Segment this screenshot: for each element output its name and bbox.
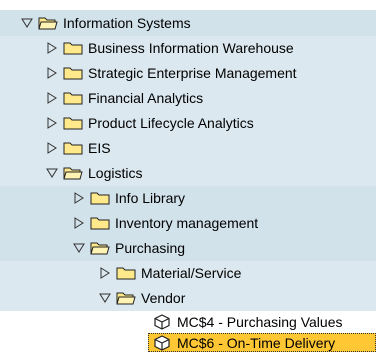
tree-node-label: Inventory management	[115, 215, 259, 231]
tree-node-info-library[interactable]: Info Library	[72, 187, 185, 209]
folder-icon	[116, 265, 136, 281]
tree-node-logistics[interactable]: Logistics	[45, 162, 142, 184]
tree-node-financial-analytics[interactable]: Financial Analytics	[45, 87, 203, 109]
expanded-triangle-icon[interactable]	[45, 166, 59, 180]
tree-node-label: Material/Service	[141, 265, 242, 281]
open-folder-icon	[90, 240, 110, 256]
tree-node-label: Information Systems	[63, 15, 191, 31]
folder-icon	[63, 65, 83, 81]
tree-node-label: Strategic Enterprise Management	[88, 65, 297, 81]
tree-node-label: Purchasing	[115, 240, 186, 256]
open-folder-icon	[38, 15, 58, 31]
tree-node-label: Info Library	[115, 190, 186, 206]
transaction-cube-icon	[152, 335, 172, 351]
tree-node-strategic-enterprise-management[interactable]: Strategic Enterprise Management	[45, 62, 297, 84]
tree-node-label: Business Information Warehouse	[88, 40, 294, 56]
open-folder-icon	[63, 165, 83, 181]
tree-node-business-information-warehouse[interactable]: Business Information Warehouse	[45, 37, 294, 59]
folder-icon	[63, 90, 83, 106]
navigation-tree: Information Systems Business Information…	[0, 0, 376, 352]
folder-icon	[63, 40, 83, 56]
tree-leaf-mc6-on-time-delivery[interactable]: MC$6 - On-Time Delivery	[152, 332, 335, 354]
collapsed-triangle-icon[interactable]	[45, 91, 59, 105]
tree-node-inventory-management[interactable]: Inventory management	[72, 212, 258, 234]
tree-node-label: EIS	[88, 140, 111, 156]
collapsed-triangle-icon[interactable]	[45, 141, 59, 155]
open-folder-icon	[116, 290, 136, 306]
tree-node-label: Financial Analytics	[88, 90, 204, 106]
tree-node-label: Product Lifecycle Analytics	[88, 115, 254, 131]
tree-node-eis[interactable]: EIS	[45, 137, 111, 159]
collapsed-triangle-icon[interactable]	[45, 41, 59, 55]
collapsed-triangle-icon[interactable]	[98, 266, 112, 280]
collapsed-triangle-icon[interactable]	[45, 66, 59, 80]
tree-node-information-systems[interactable]: Information Systems	[20, 12, 191, 34]
tree-leaf-mc4-purchasing-values[interactable]: MC$4 - Purchasing Values	[152, 311, 342, 333]
tree-node-material-service[interactable]: Material/Service	[98, 262, 241, 284]
tree-node-purchasing[interactable]: Purchasing	[72, 237, 185, 259]
tree-node-label: MC$4 - Purchasing Values	[177, 314, 343, 330]
folder-icon	[90, 190, 110, 206]
folder-icon	[63, 115, 83, 131]
collapsed-triangle-icon[interactable]	[72, 191, 86, 205]
tree-node-product-lifecycle-analytics[interactable]: Product Lifecycle Analytics	[45, 112, 254, 134]
tree-node-vendor[interactable]: Vendor	[98, 287, 185, 309]
expanded-triangle-icon[interactable]	[20, 16, 34, 30]
tree-node-label: Vendor	[141, 290, 186, 306]
expanded-triangle-icon[interactable]	[72, 241, 86, 255]
collapsed-triangle-icon[interactable]	[45, 116, 59, 130]
tree-node-label: Logistics	[88, 165, 143, 181]
collapsed-triangle-icon[interactable]	[72, 216, 86, 230]
transaction-cube-icon	[152, 314, 172, 330]
tree-node-label: MC$6 - On-Time Delivery	[177, 335, 336, 351]
expanded-triangle-icon[interactable]	[98, 291, 112, 305]
folder-icon	[63, 140, 83, 156]
folder-icon	[90, 215, 110, 231]
